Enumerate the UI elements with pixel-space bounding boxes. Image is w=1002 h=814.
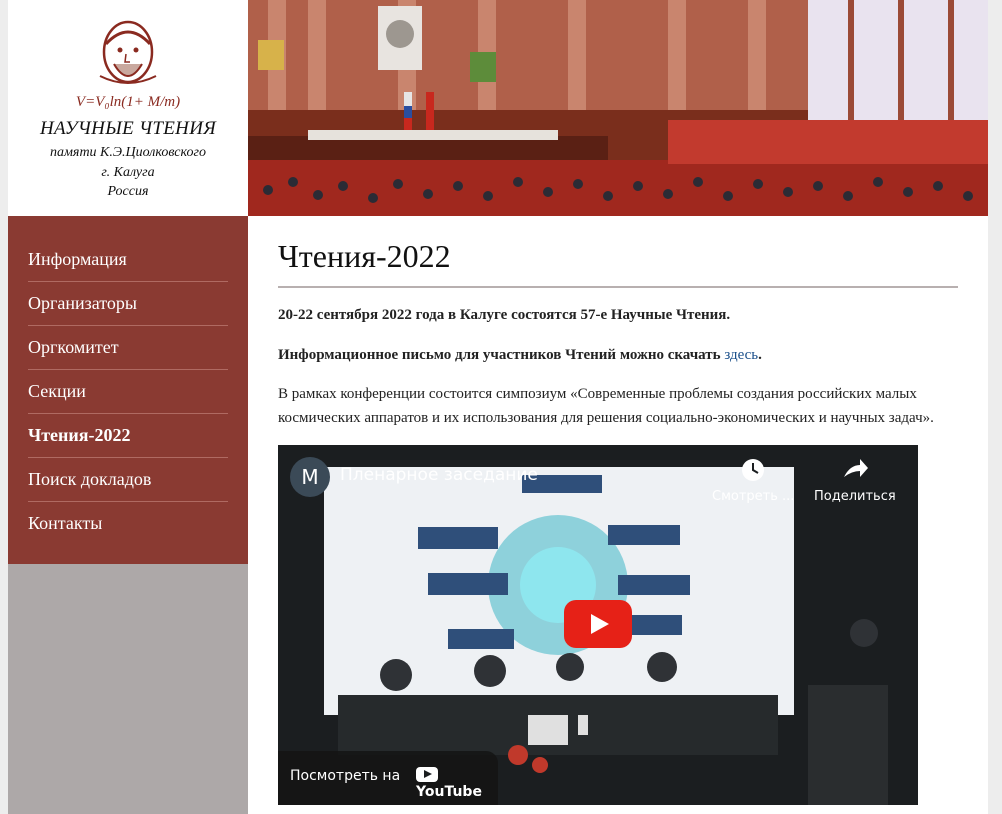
main-nav: Информация Организаторы Оргкомитет Секци…	[8, 216, 248, 564]
nav-link-search-reports[interactable]: Поиск докладов	[28, 458, 228, 501]
nav-item-readings-2022[interactable]: Чтения-2022	[28, 414, 228, 458]
clock-icon	[742, 459, 765, 481]
info-letter-text: Информационное письмо для участников Чте…	[278, 343, 958, 367]
symposium-text: В рамках конференции состоится симпозиум…	[278, 386, 934, 426]
nav-link-contacts[interactable]: Контакты	[28, 502, 228, 545]
nav-link-sections[interactable]: Секции	[28, 370, 228, 413]
nav-item-info[interactable]: Информация	[28, 238, 228, 282]
video-title[interactable]: Пленарное заседание	[340, 465, 538, 485]
page: V=V₀ln(1+ M/m) НАУЧНЫЕ ЧТЕНИЯ памяти К.Э…	[8, 0, 988, 814]
nav-item-search-reports[interactable]: Поиск докладов	[28, 458, 228, 502]
sidebar: Информация Организаторы Оргкомитет Секци…	[8, 216, 248, 814]
rocket-formula: V=V₀ln(1+ M/m)	[76, 94, 180, 110]
logo-city: г. Калуга	[101, 165, 155, 180]
nav-item-organizers[interactable]: Организаторы	[28, 282, 228, 326]
nav-link-info[interactable]: Информация	[28, 238, 228, 281]
nav-link-organizers[interactable]: Организаторы	[28, 282, 228, 325]
announcement-text: 20-22 сентября 2022 года в Калуге состоя…	[278, 307, 731, 323]
channel-avatar[interactable]: M	[290, 457, 330, 497]
nav-item-sections[interactable]: Секции	[28, 370, 228, 414]
info-letter-label: Информационное письмо для участников Чте…	[278, 347, 721, 363]
youtube-play-icon	[416, 767, 438, 782]
nav-link-committee[interactable]: Оргкомитет	[28, 326, 228, 369]
site-logo[interactable]: V=V₀ln(1+ M/m) НАУЧНЫЕ ЧТЕНИЯ памяти К.Э…	[8, 0, 248, 216]
youtube-label: YouTube	[416, 784, 482, 800]
nav-item-contacts[interactable]: Контакты	[28, 502, 228, 545]
tsiolkovsky-portrait-icon: V=V₀ln(1+ M/m)	[76, 20, 180, 110]
watch-on-label: Посмотреть на	[290, 768, 401, 784]
logo-subtitle: памяти К.Э.Циолковского	[50, 145, 206, 160]
share-button[interactable]: Поделиться	[814, 455, 896, 504]
youtube-logo[interactable]: YouTube	[416, 767, 498, 800]
nav-link-readings-2022[interactable]: Чтения-2022	[28, 414, 228, 457]
watch-later-label: Смотреть ...	[712, 489, 795, 504]
download-link[interactable]: здесь	[724, 347, 758, 363]
share-label: Поделиться	[814, 489, 896, 504]
watch-later-button[interactable]: Смотреть ...	[712, 455, 794, 504]
page-title: Чтения-2022	[278, 216, 958, 288]
conference-hall-banner	[248, 0, 988, 216]
play-button[interactable]	[564, 600, 632, 648]
nav-item-committee[interactable]: Оргкомитет	[28, 326, 228, 370]
main-content: Чтения-2022 20-22 сентября 2022 года в К…	[278, 216, 958, 805]
logo-title: НАУЧНЫЕ ЧТЕНИЯ	[39, 118, 217, 139]
info-letter-end: .	[758, 347, 762, 363]
logo-country: Россия	[107, 184, 149, 199]
share-icon	[843, 459, 868, 477]
watch-on-youtube-bar[interactable]: Посмотреть на YouTube	[278, 751, 498, 805]
youtube-video-embed[interactable]: M Пленарное заседание Смотреть ... Подел…	[278, 445, 918, 805]
